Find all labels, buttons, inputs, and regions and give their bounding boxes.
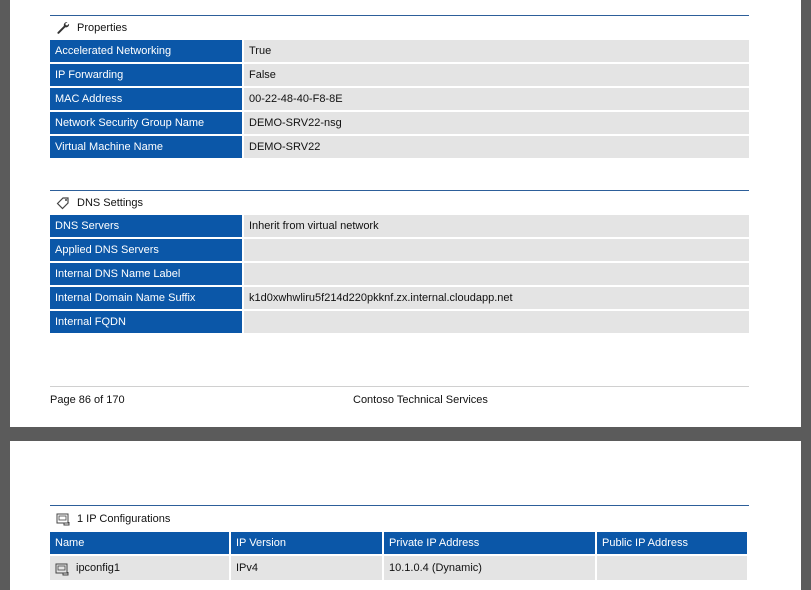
property-value: 00-22-48-40-F8-8E xyxy=(244,88,749,110)
cell-name: ipconfig1 xyxy=(50,556,229,580)
footer-company: Contoso Technical Services xyxy=(353,394,488,406)
property-key: Virtual Machine Name xyxy=(50,136,242,158)
table-row: MAC Address 00-22-48-40-F8-8E xyxy=(50,88,749,110)
wrench-icon xyxy=(56,21,70,35)
network-card-icon xyxy=(56,512,70,526)
property-key: Internal DNS Name Label xyxy=(50,263,242,285)
property-value: DEMO-SRV22-nsg xyxy=(244,112,749,134)
cell-ip-version: IPv4 xyxy=(231,556,382,580)
property-value xyxy=(244,239,749,261)
table-row: Internal DNS Name Label xyxy=(50,263,749,285)
property-value: Inherit from virtual network xyxy=(244,215,749,237)
table-row: Applied DNS Servers xyxy=(50,239,749,261)
dns-settings-table: DNS Servers Inherit from virtual network… xyxy=(50,215,749,333)
ip-configurations-section: 1 IP Configurations Name IP Version Priv… xyxy=(50,505,749,580)
table-row: Virtual Machine Name DEMO-SRV22 xyxy=(50,136,749,158)
column-header-private-ip: Private IP Address xyxy=(384,532,595,554)
properties-title: Properties xyxy=(77,22,128,34)
properties-table: Accelerated Networking True IP Forwardin… xyxy=(50,40,749,158)
column-header-public-ip: Public IP Address xyxy=(597,532,747,554)
property-key: IP Forwarding xyxy=(50,64,242,86)
dns-settings-section: DNS Settings DNS Servers Inherit from vi… xyxy=(50,190,749,335)
properties-header: Properties xyxy=(50,15,749,40)
document-page-2: 1 IP Configurations Name IP Version Priv… xyxy=(10,441,801,590)
property-value: k1d0xwhwliru5f214d220pkknf.zx.internal.c… xyxy=(244,287,749,309)
ip-configurations-header: 1 IP Configurations xyxy=(50,505,749,532)
property-value: False xyxy=(244,64,749,86)
property-value: DEMO-SRV22 xyxy=(244,136,749,158)
tag-icon xyxy=(56,196,70,210)
property-value: True xyxy=(244,40,749,62)
ipconfig-name: ipconfig1 xyxy=(76,562,121,574)
property-value xyxy=(244,311,749,333)
page-number: Page 86 of 170 xyxy=(50,394,125,406)
table-row: ipconfig1 IPv4 10.1.0.4 (Dynamic) xyxy=(50,556,749,580)
document-page-1: Properties Accelerated Networking True I… xyxy=(10,0,801,427)
cell-public-ip xyxy=(597,556,747,580)
dns-settings-title: DNS Settings xyxy=(77,197,144,209)
network-card-icon xyxy=(55,561,69,576)
dns-settings-header: DNS Settings xyxy=(50,190,749,215)
table-row: DNS Servers Inherit from virtual network xyxy=(50,215,749,237)
column-header-name: Name xyxy=(50,532,229,554)
table-row: Network Security Group Name DEMO-SRV22-n… xyxy=(50,112,749,134)
property-key: Network Security Group Name xyxy=(50,112,242,134)
table-row: IP Forwarding False xyxy=(50,64,749,86)
property-key: MAC Address xyxy=(50,88,242,110)
ip-configurations-title: 1 IP Configurations xyxy=(77,513,171,525)
table-row: Internal Domain Name Suffix k1d0xwhwliru… xyxy=(50,287,749,309)
table-header: Name IP Version Private IP Address Publi… xyxy=(50,532,749,554)
property-key: Accelerated Networking xyxy=(50,40,242,62)
table-row: Accelerated Networking True xyxy=(50,40,749,62)
property-key: Internal FQDN xyxy=(50,311,242,333)
column-header-ip-version: IP Version xyxy=(231,532,382,554)
properties-section: Properties Accelerated Networking True I… xyxy=(50,15,749,160)
property-key: DNS Servers xyxy=(50,215,242,237)
property-key: Internal Domain Name Suffix xyxy=(50,287,242,309)
property-value xyxy=(244,263,749,285)
property-key: Applied DNS Servers xyxy=(50,239,242,261)
table-row: Internal FQDN xyxy=(50,311,749,333)
cell-private-ip: 10.1.0.4 (Dynamic) xyxy=(384,556,595,580)
footer-divider xyxy=(50,386,749,387)
